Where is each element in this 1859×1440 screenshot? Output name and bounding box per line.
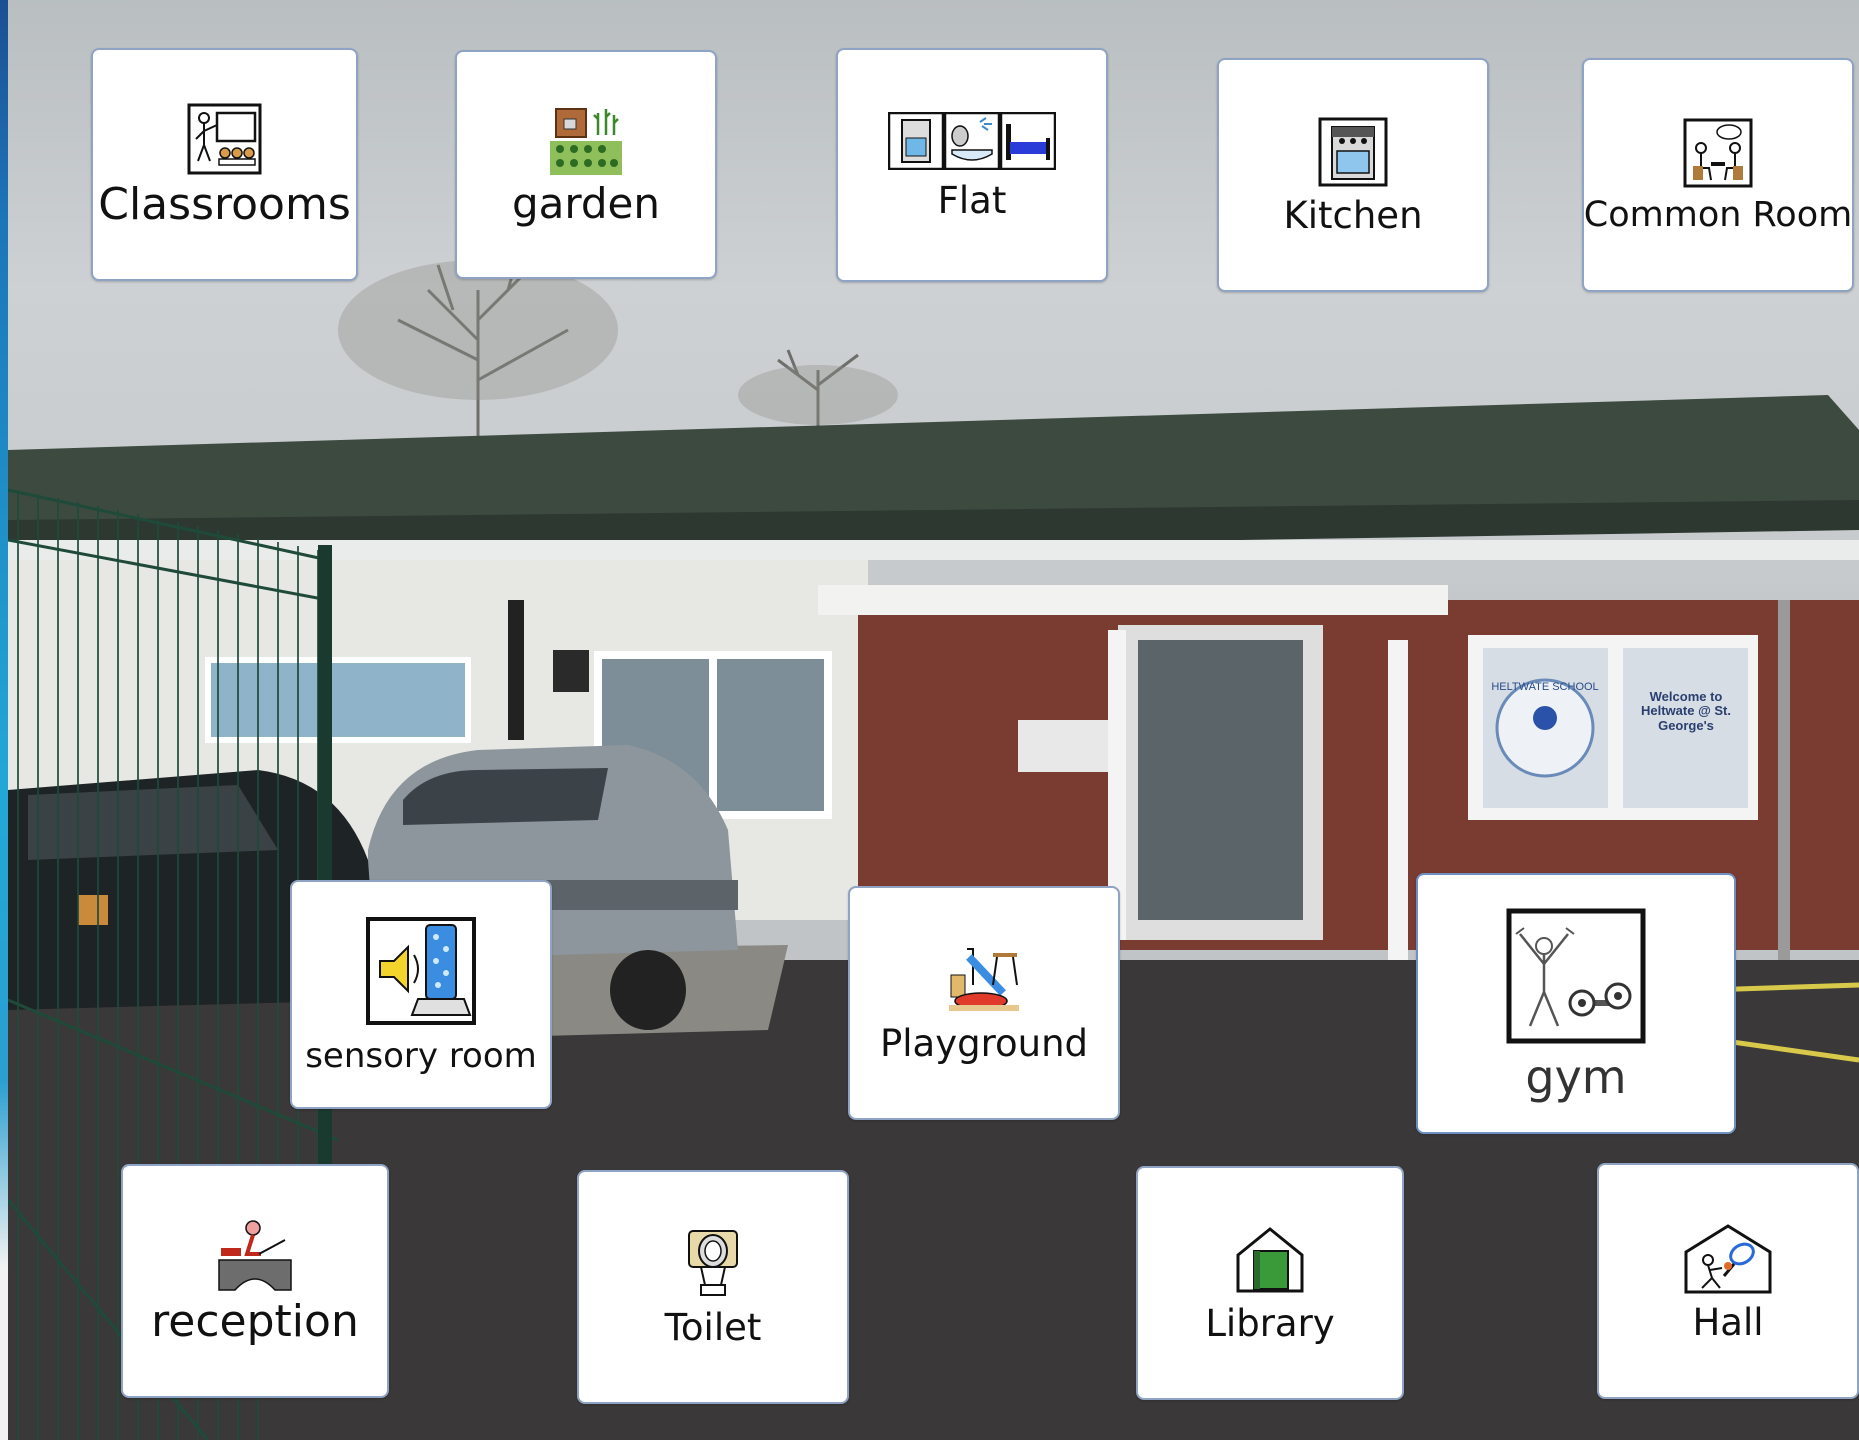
flat-icon (888, 111, 1056, 170)
common-room-icon (1683, 118, 1753, 188)
gym-icon (1506, 908, 1646, 1044)
cooker-icon (1318, 117, 1388, 187)
hall-label: Hall (1692, 1300, 1764, 1344)
playground-label: Playground (879, 1021, 1089, 1065)
reception-button[interactable]: reception (121, 1164, 389, 1398)
toilet-icon (687, 1229, 739, 1299)
library-button[interactable]: Library (1136, 1166, 1404, 1400)
library-label: Library (1205, 1301, 1335, 1345)
sign-logo-text: HELTWATE SCHOOL (1491, 681, 1598, 693)
gym-button[interactable]: gym (1416, 873, 1736, 1134)
garden-button[interactable]: garden (455, 50, 717, 279)
playground-icon (947, 945, 1021, 1013)
hall-icon (1682, 1222, 1774, 1294)
classrooms-label: Classrooms (98, 178, 351, 230)
sensory-room-label: sensory room (305, 1035, 537, 1076)
flat-button[interactable]: Flat (836, 48, 1108, 282)
gym-label: gym (1525, 1049, 1627, 1104)
reception-label: reception (151, 1296, 359, 1347)
kitchen-label: Kitchen (1283, 193, 1423, 237)
sensory-room-button[interactable]: sensory room (290, 880, 552, 1109)
garden-icon (550, 105, 622, 175)
reception-icon (217, 1218, 293, 1292)
classrooms-button[interactable]: Classrooms (91, 48, 358, 281)
classroom-icon (187, 103, 262, 175)
common-room-label: Common Room (1583, 194, 1853, 235)
toilet-label: Toilet (664, 1305, 762, 1349)
hall-button[interactable]: Hall (1597, 1163, 1859, 1399)
library-icon (1234, 1225, 1306, 1293)
toilet-button[interactable]: Toilet (577, 1170, 849, 1404)
kitchen-button[interactable]: Kitchen (1217, 58, 1489, 292)
flat-label: Flat (937, 178, 1007, 222)
playground-button[interactable]: Playground (848, 886, 1120, 1120)
sensory-room-icon (366, 916, 476, 1025)
common-room-button[interactable]: Common Room (1582, 58, 1854, 292)
garden-label: garden (511, 178, 661, 228)
sign-welcome-text: Welcome to Heltwate @ St. George's (1641, 690, 1731, 733)
